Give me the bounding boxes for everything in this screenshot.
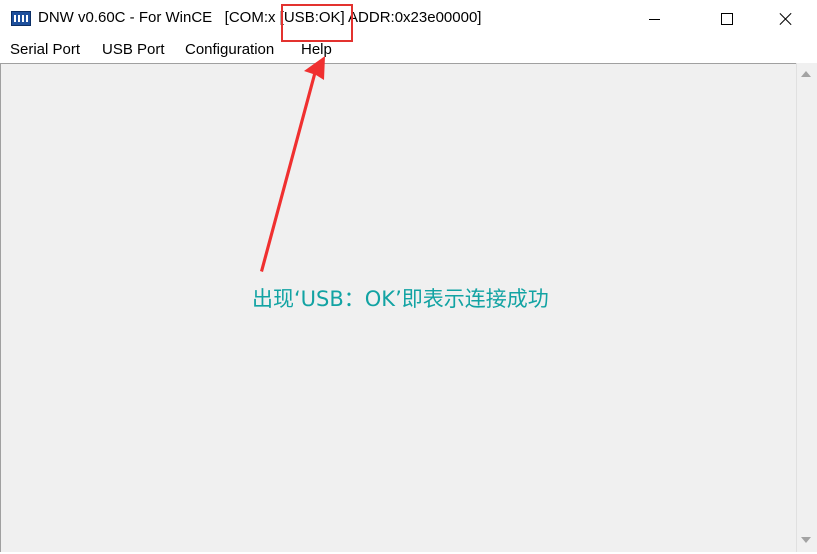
vertical-scrollbar[interactable] [796, 63, 817, 552]
scroll-down-arrow-icon[interactable] [801, 537, 811, 543]
menu-serial-port[interactable]: Serial Port [10, 41, 80, 58]
window-title: DNW v0.60C - For WinCE [COM:x [USB:OK] A… [38, 9, 482, 26]
menu-configuration[interactable]: Configuration [185, 41, 274, 58]
minimize-icon [648, 18, 660, 20]
close-icon [779, 12, 793, 26]
maximize-button[interactable] [704, 0, 750, 38]
menu-help[interactable]: Help [301, 41, 332, 58]
minimize-button[interactable] [631, 0, 677, 38]
close-button[interactable] [763, 0, 809, 38]
title-bar[interactable]: DNW v0.60C - For WinCE [COM:x [USB:OK] A… [0, 0, 817, 38]
maximize-icon [721, 13, 733, 25]
annotation-text: 出现‘USB：OK’即表示连接成功 [252, 287, 549, 311]
scroll-up-arrow-icon[interactable] [801, 71, 811, 77]
menu-usb-port[interactable]: USB Port [102, 41, 165, 58]
dnw-window: DNW v0.60C - For WinCE [COM:x [USB:OK] A… [0, 0, 817, 554]
dnw-app-icon[interactable] [11, 11, 31, 26]
menu-bar: Serial Port USB Port Configuration Help [0, 38, 817, 63]
